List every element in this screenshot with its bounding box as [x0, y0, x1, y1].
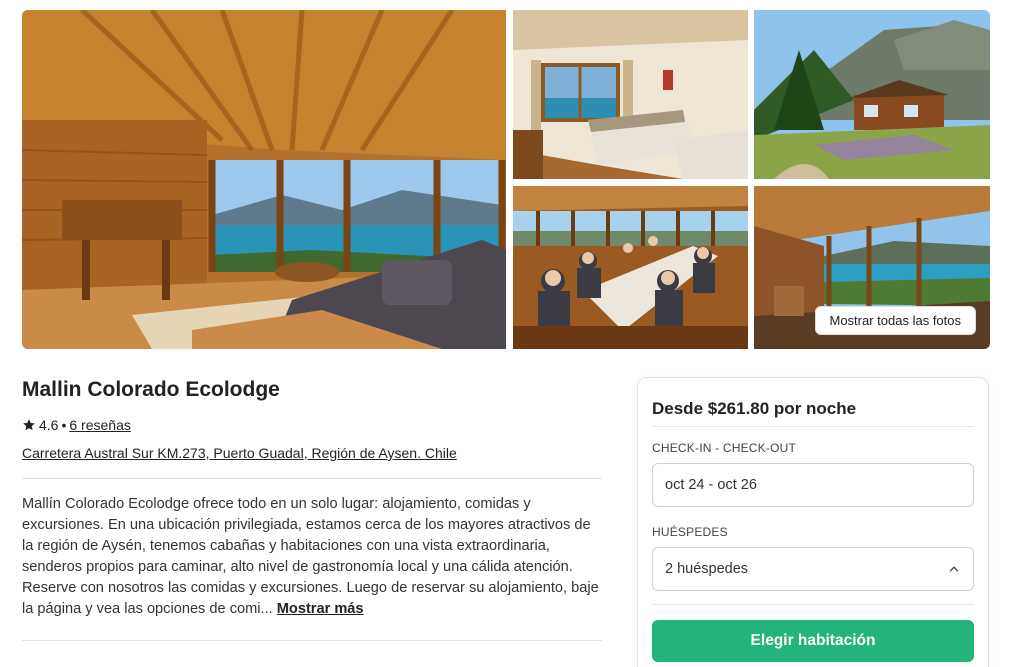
card-divider: [652, 604, 974, 605]
guests-select[interactable]: 2 huéspedes: [652, 547, 974, 591]
dates-value: oct 24 - oct 26: [665, 477, 757, 493]
card-divider: [652, 426, 974, 427]
address-link[interactable]: Carretera Austral Sur KM.273, Puerto Gua…: [22, 445, 457, 461]
gallery-photo-main[interactable]: [22, 10, 506, 349]
star-icon: [23, 419, 35, 431]
guests-value: 2 huéspedes: [665, 561, 749, 577]
listing-description: Mallín Colorado Ecolodge ofrece todo en …: [22, 494, 602, 620]
description-text: Mallín Colorado Ecolodge ofrece todo en …: [22, 496, 599, 617]
gallery-photo-bedroom[interactable]: [513, 10, 748, 179]
chevron-up-icon: [949, 566, 959, 572]
gallery-photo-dining[interactable]: [513, 186, 748, 349]
dates-field[interactable]: oct 24 - oct 26: [652, 463, 974, 507]
choose-room-button[interactable]: Elegir habitación: [652, 620, 974, 662]
show-more-link[interactable]: Mostrar más: [277, 601, 364, 617]
booking-card: Desde $261.80 por noche CHECK-IN - CHECK…: [637, 377, 989, 667]
gallery-photo-veranda[interactable]: Mostrar todas las fotos: [754, 186, 990, 349]
divider: [22, 640, 602, 641]
reviews-link[interactable]: 6 reseñas: [69, 417, 130, 433]
show-all-photos-button[interactable]: Mostrar todas las fotos: [814, 306, 976, 335]
photo-gallery: Mostrar todas las fotos: [22, 10, 990, 349]
rating-row: 4.6 • 6 reseñas: [22, 417, 131, 433]
dates-label: CHECK-IN - CHECK-OUT: [652, 441, 796, 455]
price-label: Desde $261.80 por noche: [652, 399, 857, 418]
divider: [22, 478, 602, 479]
rating-separator: •: [61, 417, 67, 433]
guests-label: HUÉSPEDES: [652, 525, 728, 539]
rating-value: 4.6: [39, 417, 59, 433]
listing-title: Mallin Colorado Ecolodge: [22, 378, 280, 401]
gallery-photo-exterior[interactable]: [754, 10, 990, 179]
